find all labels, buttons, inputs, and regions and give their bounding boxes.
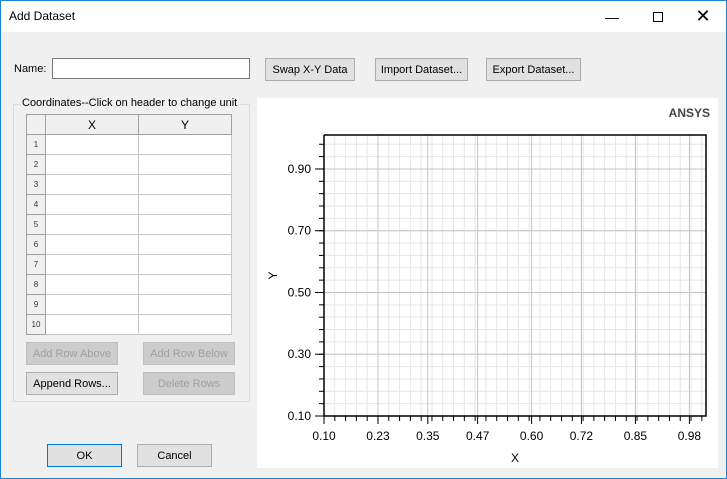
table-row: 5 xyxy=(26,214,232,235)
x-cell[interactable] xyxy=(45,134,139,155)
x-tick-label: 0.35 xyxy=(416,429,440,443)
name-label: Name: xyxy=(14,63,47,75)
x-tick-label: 0.23 xyxy=(366,429,390,443)
y-cell[interactable] xyxy=(138,154,232,175)
x-tick-label: 0.10 xyxy=(312,429,336,443)
row-header[interactable]: 1 xyxy=(26,134,46,155)
append-rows-button[interactable]: Append Rows... xyxy=(26,372,118,395)
x-axis-label: X xyxy=(511,451,519,465)
window-title: Add Dataset xyxy=(9,9,76,23)
title-bar: Add Dataset — ✕ xyxy=(1,1,726,32)
column-header-y[interactable]: Y xyxy=(138,114,232,135)
y-cell[interactable] xyxy=(138,314,232,335)
import-dataset-button[interactable]: Import Dataset... xyxy=(375,58,468,81)
table-row: 6 xyxy=(26,234,232,255)
x-tick-label: 0.60 xyxy=(520,429,544,443)
table-row: 7 xyxy=(26,254,232,275)
y-axis-label: Y xyxy=(266,271,280,279)
coordinates-group-label: Coordinates--Click on header to change u… xyxy=(20,97,240,109)
y-cell[interactable] xyxy=(138,214,232,235)
chart-panel: ANSYS 0.10 0.23 0.35 0.47 0.60 0.72 0.85 0.98 0.… xyxy=(257,98,718,468)
export-dataset-button[interactable]: Export Dataset... xyxy=(486,58,581,81)
x-cell[interactable] xyxy=(45,314,139,335)
maximize-button[interactable] xyxy=(635,1,681,32)
table-row: 1 xyxy=(26,134,232,155)
minimize-button[interactable]: — xyxy=(589,1,635,32)
x-tick-label: 0.98 xyxy=(678,429,702,443)
y-tick-label: 0.70 xyxy=(288,224,312,238)
x-cell[interactable] xyxy=(45,194,139,215)
row-header[interactable]: 10 xyxy=(26,314,46,335)
x-cell[interactable] xyxy=(45,154,139,175)
maximize-icon xyxy=(653,11,663,22)
row-header[interactable]: 7 xyxy=(26,254,46,275)
chart: 0.10 0.23 0.35 0.47 0.60 0.72 0.85 0.98 0.10 0.30… xyxy=(266,134,707,465)
table-row: 9 xyxy=(26,294,232,315)
x-tick-label: 0.85 xyxy=(624,429,648,443)
y-cell[interactable] xyxy=(138,194,232,215)
y-cell[interactable] xyxy=(138,134,232,155)
table-row: 3 xyxy=(26,174,232,195)
close-button[interactable]: ✕ xyxy=(680,1,726,32)
add-dataset-dialog: Add Dataset — ✕ Name: Swap X-Y Data Impo… xyxy=(0,0,727,479)
minimize-icon: — xyxy=(605,8,619,25)
row-header[interactable]: 5 xyxy=(26,214,46,235)
x-cell[interactable] xyxy=(45,274,139,295)
y-cell[interactable] xyxy=(138,174,232,195)
add-row-above-button[interactable]: Add Row Above xyxy=(26,342,118,365)
table-row: 10 xyxy=(26,314,232,335)
x-cell[interactable] xyxy=(45,294,139,315)
cancel-button[interactable]: Cancel xyxy=(137,444,212,467)
name-input[interactable] xyxy=(52,58,250,79)
x-cell[interactable] xyxy=(45,234,139,255)
x-cell[interactable] xyxy=(45,214,139,235)
corner-header[interactable] xyxy=(26,114,46,135)
y-tick-label: 0.10 xyxy=(288,409,312,423)
y-cell[interactable] xyxy=(138,294,232,315)
table-row: 8 xyxy=(26,274,232,295)
delete-rows-button[interactable]: Delete Rows xyxy=(143,372,235,395)
add-row-below-button[interactable]: Add Row Below xyxy=(143,342,235,365)
row-header[interactable]: 2 xyxy=(26,154,46,175)
row-header[interactable]: 6 xyxy=(26,234,46,255)
x-cell[interactable] xyxy=(45,254,139,275)
row-header[interactable]: 8 xyxy=(26,274,46,295)
coordinates-table: X Y 1 2 3 4 5 6 7 8 9 10 xyxy=(26,114,232,335)
row-header[interactable]: 4 xyxy=(26,194,46,215)
y-cell[interactable] xyxy=(138,254,232,275)
table-row: 4 xyxy=(26,194,232,215)
y-cell[interactable] xyxy=(138,234,232,255)
x-cell[interactable] xyxy=(45,174,139,195)
x-tick-label: 0.72 xyxy=(570,429,594,443)
plot-frame xyxy=(323,134,707,417)
ok-button[interactable]: OK xyxy=(47,444,122,467)
y-tick-label: 0.50 xyxy=(288,285,312,299)
x-tick-label: 0.47 xyxy=(466,429,490,443)
y-cell[interactable] xyxy=(138,274,232,295)
table-row: 2 xyxy=(26,154,232,175)
row-header[interactable]: 9 xyxy=(26,294,46,315)
y-tick-label: 0.90 xyxy=(288,162,312,176)
swap-xy-button[interactable]: Swap X-Y Data xyxy=(265,58,355,81)
row-header[interactable]: 3 xyxy=(26,174,46,195)
column-header-x[interactable]: X xyxy=(45,114,139,135)
close-icon: ✕ xyxy=(695,6,711,26)
y-tick-label: 0.30 xyxy=(288,347,312,361)
